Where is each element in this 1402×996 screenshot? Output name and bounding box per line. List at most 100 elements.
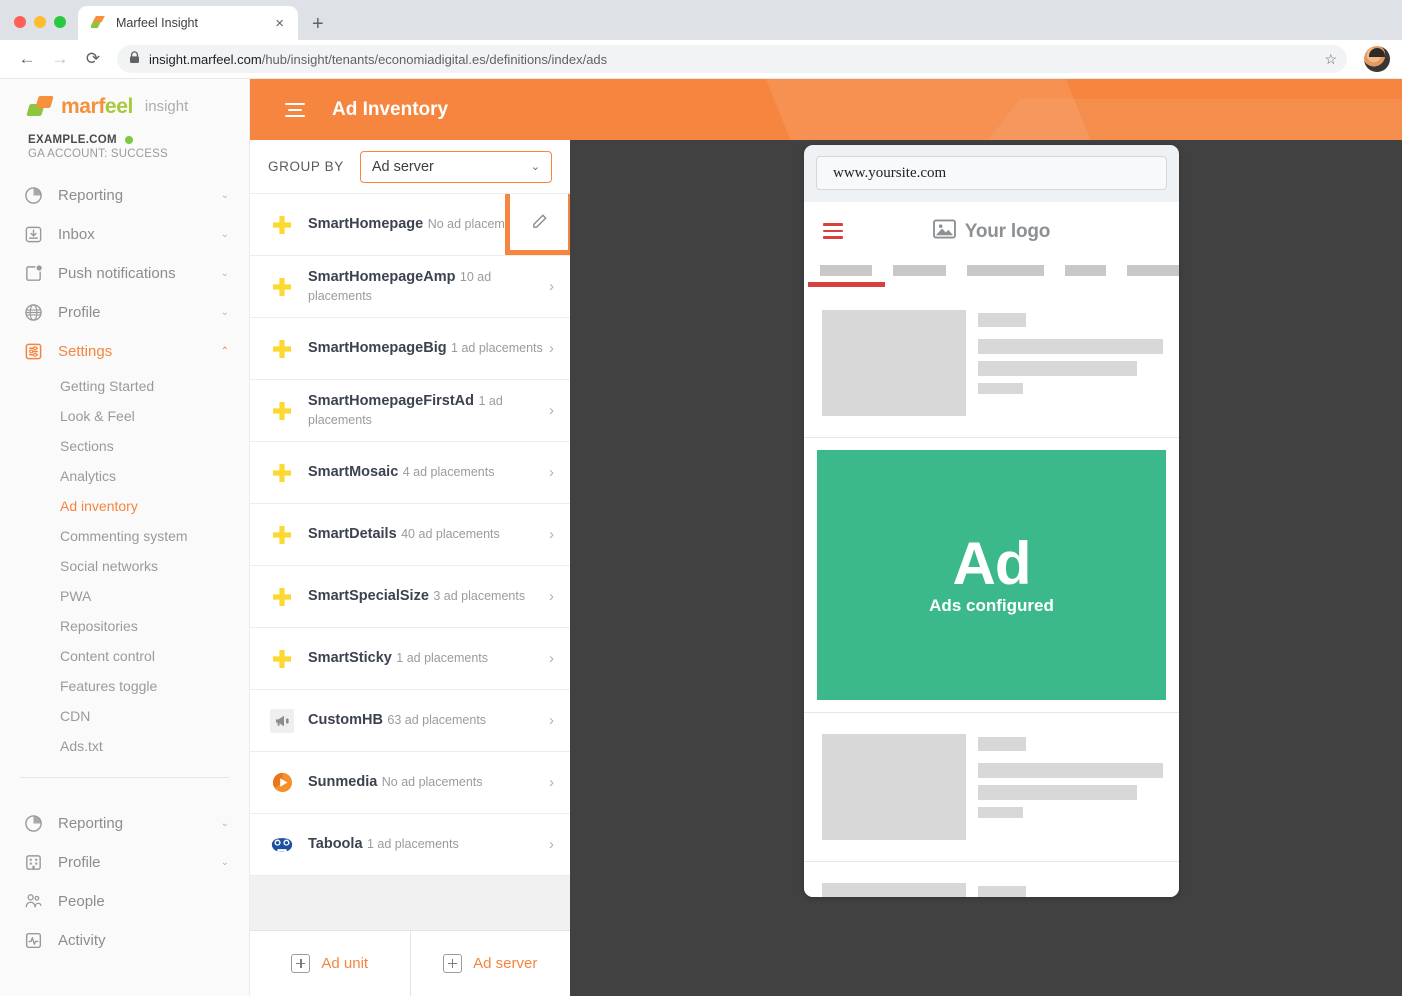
sidebar-bottom-item-people[interactable]: People [0,882,249,921]
chevron-right-icon[interactable]: › [549,774,556,791]
table-row[interactable]: Taboola 1 ad placements › [250,814,570,876]
close-window-button[interactable] [14,16,26,28]
chevron-down-icon: ⌄ [220,307,229,318]
logo-word-part-a: marf [61,94,105,118]
sidebar-item-label: Reporting [58,187,124,204]
site-nav-tab[interactable] [966,265,1045,276]
chevron-right-icon[interactable]: › [549,402,556,419]
site-nav-tab[interactable] [1065,265,1106,276]
row-text: SmartSticky 1 ad placements [298,649,549,668]
sidebar-item-profile[interactable]: Profile ⌄ [0,293,249,332]
row-text: SmartHomepageBig 1 ad placements [298,339,549,358]
sidebar-item-inbox[interactable]: Inbox ⌄ [0,215,249,254]
table-row[interactable]: SmartSpecialSize 3 ad placements › [250,566,570,628]
site-nav-tab[interactable] [893,265,946,276]
account-name: EXAMPLE.COM [28,134,117,146]
site-article-placeholder [804,293,1179,437]
chevron-right-icon[interactable]: › [549,836,556,853]
chevron-right-icon[interactable]: › [549,588,556,605]
site-nav-tab[interactable] [807,265,886,287]
sidebar-subitem-analytics[interactable]: Analytics [0,461,249,491]
table-row[interactable]: SmartHomepageFirstAd 1 ad placements › [250,380,570,442]
marfeel-logo[interactable]: marfeel insight [0,79,249,134]
sidebar-subitem-cdn[interactable]: CDN [0,701,249,731]
main-region: Ad Inventory GROUP BY Ad server ⌄ SmartH… [250,79,1402,996]
placeholder-line [978,785,1138,800]
row-subtitle: 4 ad placements [402,465,495,480]
sidebar-subitem-features-toggle[interactable]: Features toggle [0,671,249,701]
device-url-field[interactable]: www.yoursite.com [816,156,1167,190]
minimize-window-button[interactable] [34,16,46,28]
forward-button[interactable]: → [45,44,75,74]
table-row[interactable]: Sunmedia No ad placements › [250,752,570,814]
sidebar-subitem-ad-inventory[interactable]: Ad inventory [0,491,249,521]
site-nav-tab[interactable] [1126,265,1179,276]
sidebar-divider [20,777,229,778]
sidebar-subitem-commenting-system[interactable]: Commenting system [0,521,249,551]
chevron-right-icon[interactable]: › [549,464,556,481]
maximize-window-button[interactable] [54,16,66,28]
table-row[interactable]: SmartHomepage No ad placements [250,194,570,256]
hamburger-icon[interactable] [285,102,305,117]
add-ad-unit-button[interactable]: Ad unit [250,931,410,996]
topbar-decor-shape-2 [879,99,1402,140]
yellow-plus-icon [266,276,298,298]
placeholder-line [978,886,1026,897]
plus-box-icon [291,954,311,973]
sidebar-subitem-social-networks[interactable]: Social networks [0,551,249,581]
settings-sliders-icon [22,341,44,363]
sidebar-subitem-repositories[interactable]: Repositories [0,611,249,641]
row-text: CustomHB 63 ad placements [298,711,549,730]
sidebar-subitem-ads-txt[interactable]: Ads.txt [0,731,249,761]
sidebar-subitem-look-and-feel[interactable]: Look & Feel [0,401,249,431]
placeholder-line [978,339,1163,354]
table-row[interactable]: SmartHomepageAmp 10 ad placements › [250,256,570,318]
chevron-right-icon[interactable]: › [549,650,556,667]
sidebar-item-push-notifications[interactable]: Push notifications ⌄ [0,254,249,293]
table-row[interactable]: SmartDetails 40 ad placements › [250,504,570,566]
sidebar-item-reporting[interactable]: Reporting ⌄ [0,176,249,215]
article-thumbnail-placeholder [822,883,966,897]
sidebar-subitem-content-control[interactable]: Content control [0,641,249,671]
device-mockup: www.yoursite.com Your logo Ad Ads config… [804,145,1179,897]
address-bar[interactable]: insight.marfeel.com/hub/insight/tenants/… [117,45,1347,73]
profile-avatar[interactable] [1364,46,1390,72]
row-subtitle: 1 ad placements [451,341,543,356]
table-row[interactable]: SmartMosaic 4 ad placements › [250,442,570,504]
pencil-edit-icon[interactable] [531,213,547,229]
site-nav-tabs [804,265,1179,293]
sidebar-item-label: People [58,893,105,910]
close-tab-button[interactable]: × [271,14,288,33]
table-row[interactable]: CustomHB 63 ad placements › [250,690,570,752]
sidebar-bottom-item-profile[interactable]: Profile ⌄ [0,843,249,882]
sidebar-bottom-nav: Reporting ⌄ Profile ⌄ People Activity [0,804,249,960]
group-by-select[interactable]: Ad server ⌄ [359,150,552,183]
sidebar-subitem-getting-started[interactable]: Getting Started [0,371,249,401]
sidebar-subitem-pwa[interactable]: PWA [0,581,249,611]
chevron-right-icon[interactable]: › [549,526,556,543]
push-notification-icon [22,263,44,285]
new-tab-button[interactable]: + [312,14,324,34]
chevron-right-icon[interactable]: › [549,278,556,295]
placeholder-line [978,763,1163,778]
sidebar-item-label: Profile [58,854,101,871]
table-row[interactable]: SmartHomepageBig 1 ad placements › [250,318,570,380]
row-title: SmartDetails [308,526,397,543]
reload-button[interactable]: ⟳ [78,44,108,74]
browser-tab[interactable]: Marfeel Insight × [78,6,298,40]
bookmark-star-icon[interactable]: ☆ [1324,51,1337,68]
chevron-right-icon[interactable]: › [549,340,556,357]
back-button[interactable]: ← [12,44,42,74]
table-row[interactable]: SmartSticky 1 ad placements › [250,628,570,690]
placeholder-line [978,361,1138,376]
sidebar-bottom-item-activity[interactable]: Activity [0,921,249,960]
sidebar-item-settings[interactable]: Settings ⌃ [0,332,249,371]
row-text: SmartDetails 40 ad placements [298,525,549,544]
sidebar-subitem-sections[interactable]: Sections [0,431,249,461]
ad-slot-preview: Ad Ads configured [817,450,1166,700]
browser-window: Marfeel Insight × + ← → ⟳ insight.marfee… [0,0,1402,996]
chevron-right-icon[interactable]: › [549,712,556,729]
site-header: Your logo [804,202,1179,265]
add-ad-server-button[interactable]: Ad server [409,931,570,996]
sidebar-bottom-item-reporting[interactable]: Reporting ⌄ [0,804,249,843]
